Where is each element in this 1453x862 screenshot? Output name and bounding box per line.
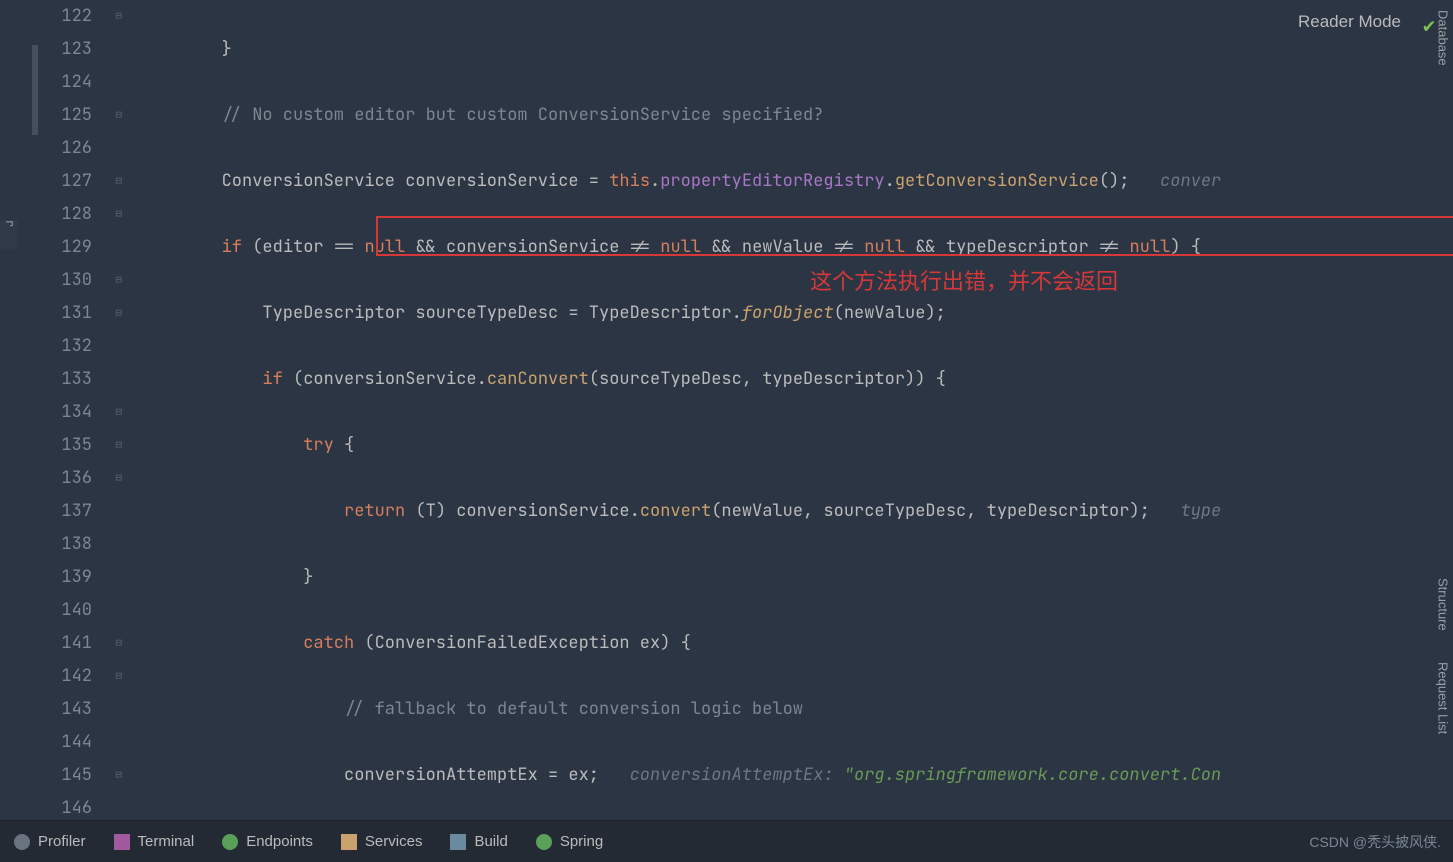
line-number: 123 <box>0 33 130 66</box>
right-tool-rail: Database Structure Request List <box>1433 0 1453 820</box>
line-number: 133 <box>0 363 130 396</box>
line-number: 135⊟ <box>0 429 130 462</box>
line-number: 136⊟ <box>0 462 130 495</box>
tool-build[interactable]: Build <box>450 833 507 850</box>
code-line: conversionAttemptEx = ex; conversionAtte… <box>140 759 1453 792</box>
tab-database[interactable]: Database <box>1434 4 1453 72</box>
tool-profiler[interactable]: Profiler <box>14 833 86 850</box>
code-line: } <box>140 33 1453 66</box>
services-icon <box>341 834 357 850</box>
code-line: // No custom editor but custom Conversio… <box>140 99 1453 132</box>
code-line: try { <box>140 429 1453 462</box>
line-number: 143 <box>0 693 130 726</box>
line-number: 130⊟ <box>0 264 130 297</box>
code-line: return (T) conversionService.convert(new… <box>140 495 1453 528</box>
tool-endpoints[interactable]: Endpoints <box>222 833 313 850</box>
line-number: 142⊟ <box>0 660 130 693</box>
reader-mode-label[interactable]: Reader Mode <box>1298 12 1401 32</box>
build-icon <box>450 834 466 850</box>
code-area[interactable]: } // No custom editor but custom Convers… <box>140 0 1453 820</box>
code-line: if (conversionService.canConvert(sourceT… <box>140 363 1453 396</box>
line-number: 132 <box>0 330 130 363</box>
spring-icon <box>536 834 552 850</box>
terminal-icon <box>114 834 130 850</box>
code-line: // fallback to default conversion logic … <box>140 693 1453 726</box>
line-number: 126 <box>0 132 130 165</box>
line-number: 145⊟ <box>0 759 130 792</box>
code-editor: 122⊟ 123 124 125⊟ 126 127⊟ 128⊟ 129 130⊟… <box>0 0 1453 820</box>
line-number: 144 <box>0 726 130 759</box>
profiler-icon <box>14 834 30 850</box>
line-number: 125⊟ <box>0 99 130 132</box>
line-number: 140 <box>0 594 130 627</box>
bottom-toolbar: Profiler Terminal Endpoints Services Bui… <box>0 820 1453 862</box>
line-number: 124 <box>0 66 130 99</box>
code-line: TypeDescriptor sourceTypeDesc = TypeDesc… <box>140 297 1453 330</box>
code-line: if (editor == null && conversionService … <box>140 231 1453 264</box>
watermark: CSDN @秃头披风侠. <box>1309 832 1441 852</box>
line-number: 127⊟ <box>0 165 130 198</box>
code-line: ConversionService conversionService = th… <box>140 165 1453 198</box>
endpoints-icon <box>222 834 238 850</box>
line-number: 122⊟ <box>0 0 130 33</box>
line-number: 129 <box>0 231 130 264</box>
code-line: } <box>140 561 1453 594</box>
line-gutter: 122⊟ 123 124 125⊟ 126 127⊟ 128⊟ 129 130⊟… <box>0 0 140 820</box>
line-number: 134⊟ <box>0 396 130 429</box>
code-line: catch (ConversionFailedException ex) { <box>140 627 1453 660</box>
line-number: 138 <box>0 528 130 561</box>
tab-structure[interactable]: Structure <box>1434 572 1453 637</box>
line-number: 141⊟ <box>0 627 130 660</box>
tool-spring[interactable]: Spring <box>536 833 603 850</box>
line-number: 131⊟ <box>0 297 130 330</box>
line-number: 128⊟ <box>0 198 130 231</box>
tool-terminal[interactable]: Terminal <box>114 833 195 850</box>
tab-request-list[interactable]: Request List <box>1434 656 1453 740</box>
annotation-text: 这个方法执行出错，并不会返回 <box>810 265 1118 298</box>
line-number: 139 <box>0 561 130 594</box>
tool-services[interactable]: Services <box>341 833 423 850</box>
line-number: 137 <box>0 495 130 528</box>
